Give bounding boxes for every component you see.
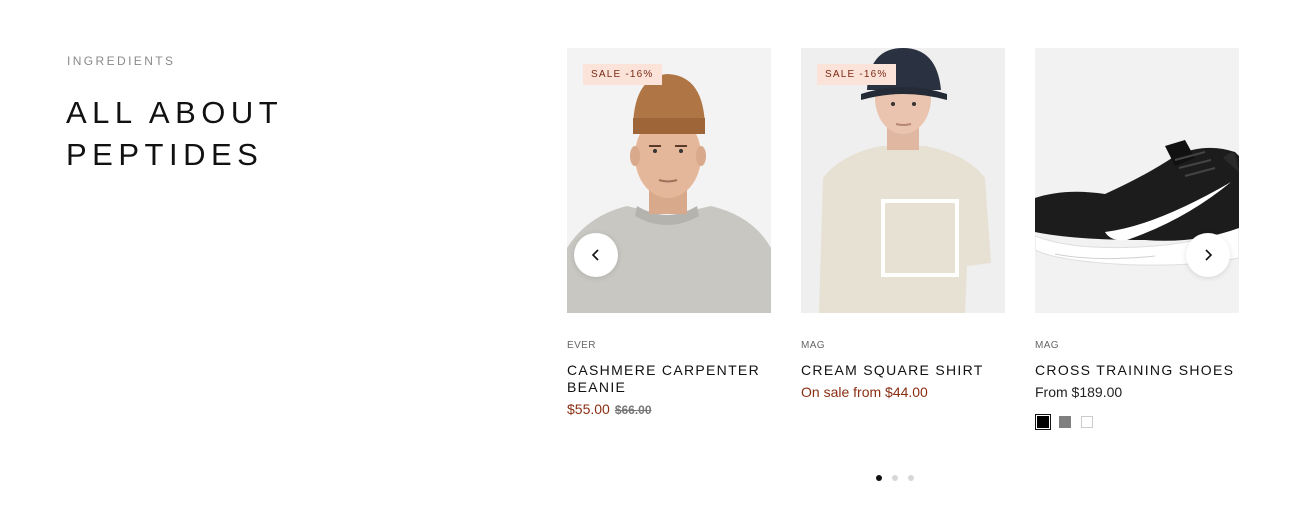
product-price: From $189.00 <box>1035 382 1239 402</box>
product-title[interactable]: CREAM SQUARE SHIRT <box>801 362 1005 379</box>
chevron-left-icon <box>591 249 599 261</box>
product-title[interactable]: CROSS TRAINING SHOES <box>1035 362 1239 379</box>
regular-price: From $189.00 <box>1035 384 1123 400</box>
section-headline: ALL ABOUT PEPTIDES <box>66 92 283 176</box>
product-price: On sale from $44.00 <box>801 382 1005 402</box>
swatch-black[interactable] <box>1035 414 1051 430</box>
pagination-dot-1[interactable] <box>876 475 882 481</box>
sale-price: On sale from $44.00 <box>801 384 928 400</box>
compare-price: $66.00 <box>614 403 652 417</box>
swatch-grey[interactable] <box>1057 414 1073 430</box>
product-vendor: EVER <box>567 340 596 351</box>
headline-line-2: PEPTIDES <box>66 137 264 172</box>
sale-price: $55.00 <box>567 401 610 417</box>
swatch-white[interactable] <box>1079 414 1095 430</box>
section-eyebrow: INGREDIENTS <box>67 54 176 68</box>
product-price: $55.00 $66.00 <box>567 399 771 420</box>
pagination-dot-3[interactable] <box>908 475 914 481</box>
sale-badge: SALE -16% <box>817 64 896 85</box>
color-swatches <box>1035 414 1239 430</box>
headline-line-1: ALL ABOUT <box>66 95 284 130</box>
carousel-next-button[interactable] <box>1186 233 1230 277</box>
product-image-shirt <box>801 48 1005 313</box>
sale-badge: SALE -16% <box>583 64 662 85</box>
product-vendor: MAG <box>801 340 825 351</box>
product-title[interactable]: CASHMERE CARPENTER BEANIE <box>567 362 771 396</box>
carousel-prev-button[interactable] <box>574 233 618 277</box>
pagination-dot-2[interactable] <box>892 475 898 481</box>
product-image-link[interactable]: SALE -16% <box>801 48 1005 313</box>
chevron-right-icon <box>1205 249 1213 261</box>
product-vendor: MAG <box>1035 340 1059 351</box>
product-card[interactable]: SALE -16% MAG CREAM SQUARE SHIRT On sale… <box>801 48 1005 402</box>
carousel-pagination <box>876 475 914 481</box>
